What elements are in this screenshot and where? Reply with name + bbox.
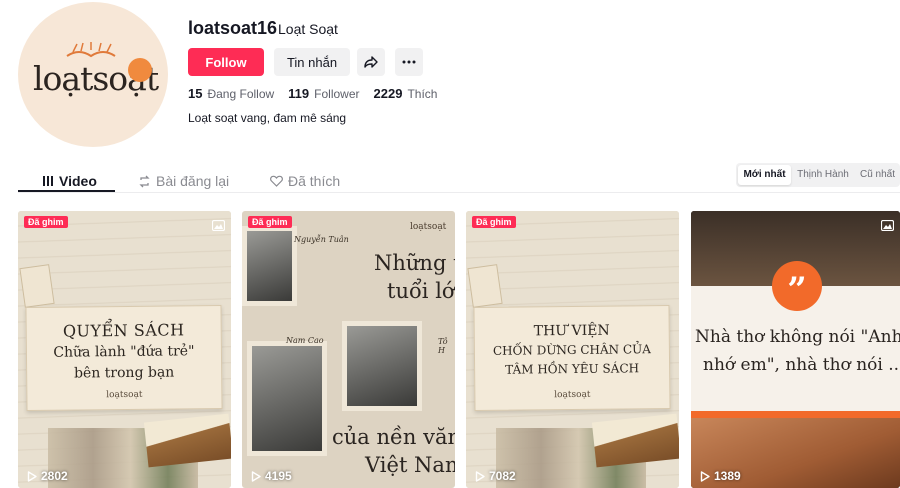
accent-bar <box>691 411 900 418</box>
video-title-line: QUYỂN SÁCH <box>62 320 185 341</box>
tab-video-label: Video <box>59 173 97 189</box>
more-options-button[interactable] <box>395 48 423 76</box>
video-title-line: Việt Nam <box>365 453 455 477</box>
video-title-line: Nhà thơ không nói "Anh <box>695 327 900 347</box>
pinned-badge: Đã ghim <box>472 216 516 228</box>
video-title-line: Chữa lành "đứa trẻ" <box>53 343 195 361</box>
play-outline-icon <box>27 470 37 482</box>
pinned-badge: Đã ghim <box>248 216 292 228</box>
author-name: Nam Cao <box>286 336 324 345</box>
tabs-divider <box>18 192 900 193</box>
book-image <box>591 413 679 468</box>
share-button[interactable] <box>357 48 385 76</box>
paper-scrap <box>19 264 55 308</box>
followers-label[interactable]: Follower <box>314 87 359 101</box>
author-photo <box>247 341 327 456</box>
quote-mark-icon: ” <box>772 261 822 311</box>
likes-count: 2229 <box>373 86 403 101</box>
title-paper: THƯ VIỆN CHỐN DỪNG CHÂN CỦA TÂM HỒN YÊU … <box>473 304 671 412</box>
view-count-value: 4195 <box>265 469 292 483</box>
tab-liked[interactable]: Đã thích <box>270 169 340 193</box>
tab-reposts-label: Bài đăng lại <box>156 173 230 189</box>
profile-username: loatsoat16 <box>188 18 278 38</box>
video-card[interactable]: Nguyễn Tuân Nam Cao Tô H loạtsoạt Những … <box>242 211 455 488</box>
sort-toggle: Mới nhất Thịnh Hành Cũ nhất <box>736 163 900 187</box>
repost-icon <box>139 175 150 187</box>
video-logo: loạtsoạt <box>554 389 591 401</box>
avatar-sun-dot <box>128 58 152 82</box>
video-title-line: TÂM HỒN YÊU SÁCH <box>505 361 640 377</box>
video-logo: loạtsoạt <box>410 222 447 232</box>
video-title-line: của nền văn h <box>332 425 455 449</box>
view-count: 4195 <box>251 469 292 483</box>
follow-button[interactable]: Follow <box>188 48 264 76</box>
pinned-badge: Đã ghim <box>24 216 68 228</box>
more-dots-icon <box>402 60 416 64</box>
following-count[interactable]: 15 <box>188 86 202 101</box>
share-arrow-icon <box>364 56 378 68</box>
video-title-line: nhớ em", nhà thơ nói ... <box>703 355 900 375</box>
message-button[interactable]: Tin nhắn <box>274 48 350 76</box>
video-title-line: THƯ VIỆN <box>533 322 610 340</box>
book-image <box>143 413 231 468</box>
play-outline-icon <box>700 470 710 482</box>
followers-count[interactable]: 119 <box>288 86 309 101</box>
view-count-value: 1389 <box>714 469 741 483</box>
view-count-value: 2802 <box>41 469 68 483</box>
video-card[interactable]: THƯ VIỆN CHỐN DỪNG CHÂN CỦA TÂM HỒN YÊU … <box>466 211 679 488</box>
play-outline-icon <box>475 470 485 482</box>
profile-bio: Loạt soạt vang, đam mê sáng <box>188 111 347 125</box>
likes-label: Thích <box>407 87 438 101</box>
video-title-line: Những tá <box>374 251 455 275</box>
view-count: 1389 <box>700 469 741 483</box>
paper-scrap <box>467 264 503 308</box>
video-title-line: bên trong bạn <box>73 364 175 382</box>
view-count: 2802 <box>27 469 68 483</box>
video-logo: loạtsoạt <box>106 389 143 401</box>
video-card[interactable]: QUYỂN SÁCH Chữa lành "đứa trẻ" bên trong… <box>18 211 231 488</box>
title-paper: QUYỂN SÁCH Chữa lành "đứa trẻ" bên trong… <box>25 304 223 412</box>
tab-reposts[interactable]: Bài đăng lại <box>138 169 229 193</box>
profile-avatar[interactable]: loạtsoạt <box>18 2 168 147</box>
tab-liked-label: Đã thích <box>288 173 341 189</box>
view-count: 7082 <box>475 469 516 483</box>
photo-gallery-icon <box>212 220 225 231</box>
author-name: Tô H <box>438 337 448 355</box>
grid-bars-icon <box>43 176 53 186</box>
profile-nickname: Loạt Soạt <box>278 21 338 37</box>
sort-popular[interactable]: Thịnh Hành <box>793 163 853 187</box>
author-name: Nguyễn Tuân <box>294 235 349 244</box>
play-outline-icon <box>251 470 261 482</box>
profile-stats: 15 Đang Follow 119 Follower 2229 Thích <box>188 86 451 101</box>
video-title-line: CHỐN DỪNG CHÂN CỦA <box>492 342 652 358</box>
video-card[interactable]: ” Nhà thơ không nói "Anh nhớ em", nhà th… <box>691 211 900 488</box>
author-photo <box>242 226 297 306</box>
view-count-value: 7082 <box>489 469 516 483</box>
video-title-line: tuổi lớn <box>387 279 455 303</box>
following-label[interactable]: Đang Follow <box>207 87 274 101</box>
sort-newest[interactable]: Mới nhất <box>738 165 791 185</box>
sort-oldest[interactable]: Cũ nhất <box>855 163 900 187</box>
photo-gallery-icon <box>881 220 894 231</box>
video-quote-text: Nhà thơ không nói "Anh nhớ em", nhà thơ … <box>695 323 900 379</box>
author-photo <box>342 321 422 411</box>
heart-outline-icon <box>270 175 283 187</box>
